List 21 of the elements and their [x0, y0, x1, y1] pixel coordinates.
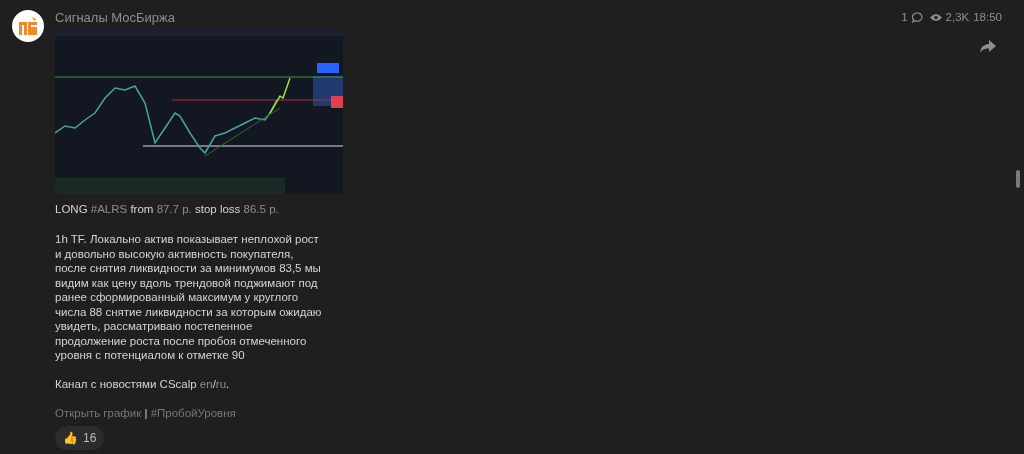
message-headline: LONG #ALRS from 87.7 p. stop loss 86.5 p. [55, 202, 280, 217]
comment-count: 1 [901, 10, 908, 25]
scrollbar-thumb[interactable] [1016, 170, 1020, 188]
link[interactable]: 86.5 p. [243, 203, 279, 215]
reaction-chip[interactable]: 👍 16 [55, 425, 105, 450]
message-footer: Открыть график | #ПробойУровня [55, 405, 355, 421]
share-icon[interactable] [980, 40, 996, 55]
message-time: 18:50 [973, 10, 1002, 25]
link[interactable]: 87.7 p. [156, 203, 192, 215]
link[interactable]: #ALRS [90, 203, 128, 215]
message-text: 1h TF. Локально актив показывает неплохой рост и довольно высокую активность покупателя, после снятия ликвидности за минимумов 83,5 мы видим как цену вдоль трендовой поджимают под ранее сформированный максимум у круглого числа 88 снятие ликвидности за которым ожидаю увидеть, рассматриваю постепенное продолжение роста после пробоя отмеченного уровня с потенциалом к отметке 90 [55, 232, 323, 363]
comment-icon [911, 12, 923, 24]
link[interactable]: en [199, 377, 213, 390]
view-count: 2,3K [945, 10, 970, 25]
logo-icon [17, 17, 38, 35]
channel-name[interactable]: Сигналы МосБиржа [55, 9, 355, 27]
channel-avatar[interactable] [11, 10, 44, 42]
eye-icon [929, 13, 942, 23]
link[interactable]: #ПробойУровня [150, 406, 236, 419]
link[interactable]: Открыть график [55, 406, 142, 419]
news-line: Канал с новостями CScalp en/ru. [55, 376, 231, 392]
